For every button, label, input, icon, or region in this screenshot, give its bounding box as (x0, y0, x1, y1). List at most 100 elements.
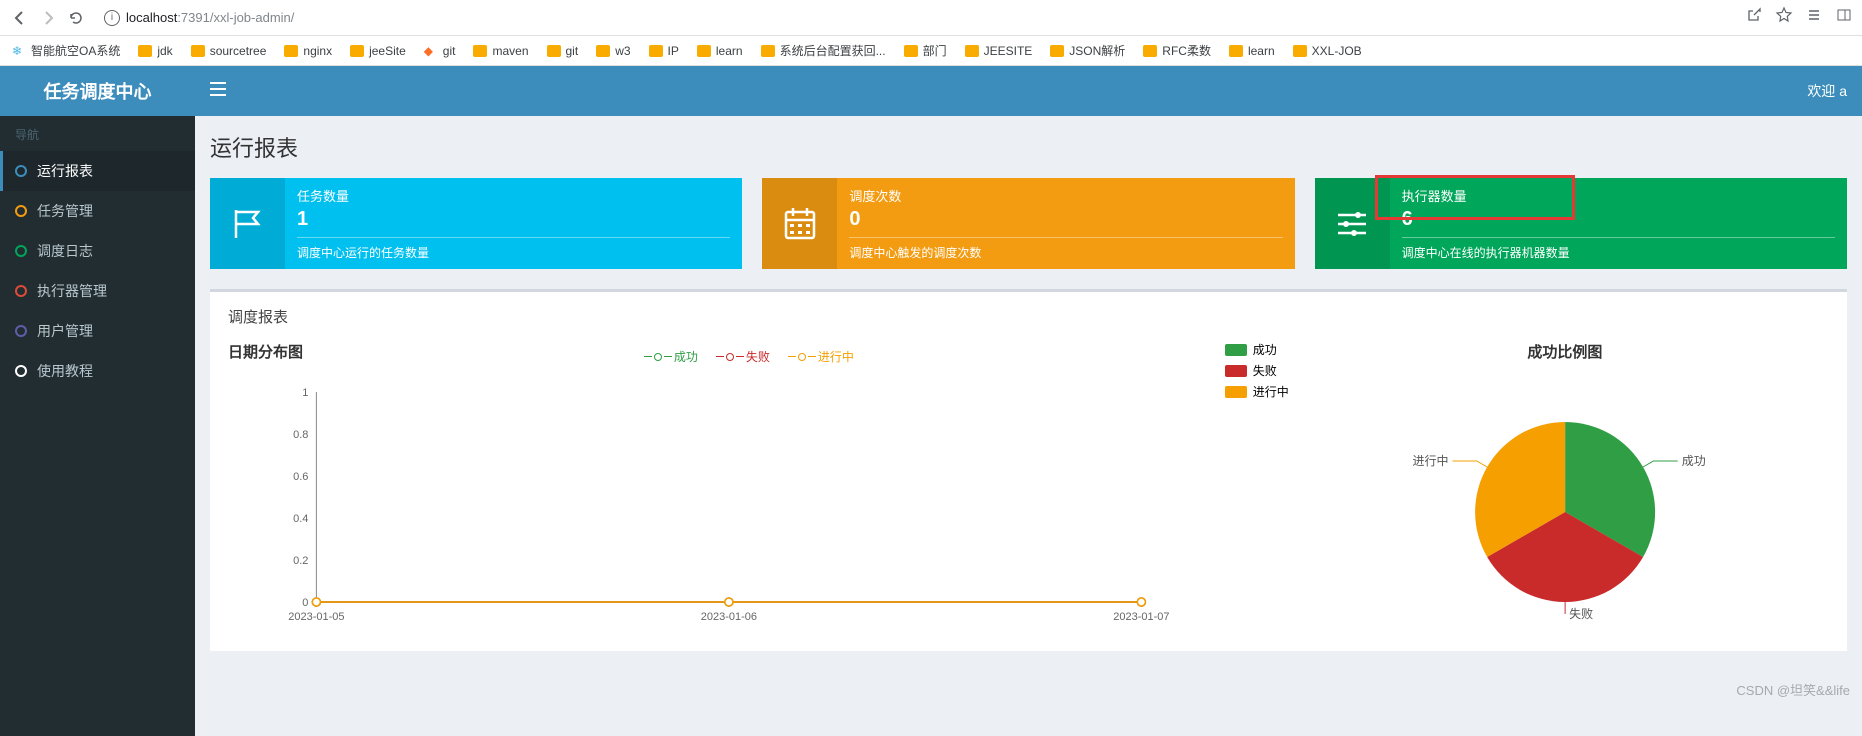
bookmark-label: 系统后台配置获回... (780, 42, 886, 59)
bookmark-bar: ❄ 智能航空OA系统 jdk sourcetree nginx jeeSite ◆git ma… (0, 36, 1862, 66)
logo[interactable]: 任务调度中心 (0, 78, 195, 104)
bookmark-item[interactable]: JSON解析 (1050, 42, 1125, 59)
bookmark-item[interactable]: 部门 (904, 42, 947, 59)
circle-icon (15, 165, 27, 177)
sidebar-item-运行报表[interactable]: 运行报表 (0, 151, 195, 191)
line-chart: 日期分布图 成功 失败 进行中 00.20.40.60.812023-01-05… (228, 341, 1195, 637)
stat-box-calendar: 调度次数 0 调度中心触发的调度次数 (762, 178, 1294, 269)
line-chart-legend: 成功 失败 进行中 (644, 348, 854, 365)
browser-toolbar: i localhost:7391/xxl-job-admin/ (0, 0, 1862, 36)
bookmark-item[interactable]: jeeSite (350, 44, 406, 58)
info-icon: i (104, 10, 120, 26)
app-icon: ❄ (12, 44, 26, 58)
sidebar-item-使用教程[interactable]: 使用教程 (0, 351, 195, 391)
watermark: CSDN @坦笑&&life (1736, 680, 1850, 699)
app-header: 任务调度中心 欢迎 a (0, 66, 1862, 116)
bookmark-item[interactable]: JEESITE (965, 44, 1033, 58)
stat-box-sliders: 执行器数量6调度中心在线的执行器机器数量 (1315, 178, 1847, 269)
stat-desc: 调度中心运行的任务数量 (297, 237, 730, 261)
folder-icon (1293, 45, 1307, 57)
folder-icon (1050, 45, 1064, 57)
star-icon[interactable] (1776, 7, 1792, 28)
bookmark-label: jeeSite (369, 44, 406, 58)
page-title: 运行报表 (210, 131, 1847, 163)
bookmark-item[interactable]: ❄ 智能航空OA系统 (12, 42, 120, 59)
svg-text:0.2: 0.2 (293, 555, 308, 567)
bookmark-label: git (566, 44, 579, 58)
bookmark-item[interactable]: nginx (284, 44, 332, 58)
hamburger-icon[interactable] (195, 82, 241, 101)
sidebar-item-label: 运行报表 (37, 161, 93, 181)
svg-text:0.8: 0.8 (293, 429, 308, 441)
bookmark-label: JSON解析 (1069, 42, 1125, 59)
list-icon[interactable] (1806, 7, 1822, 28)
stat-desc: 调度中心触发的调度次数 (849, 237, 1282, 261)
sidebar-item-label: 用户管理 (37, 321, 93, 341)
svg-text:1: 1 (302, 387, 308, 399)
bookmark-item[interactable]: jdk (138, 44, 172, 58)
panel-icon[interactable] (1836, 7, 1852, 28)
folder-icon (1229, 45, 1243, 57)
bookmark-item[interactable]: 系统后台配置获回... (761, 42, 886, 59)
svg-text:0.6: 0.6 (293, 471, 308, 483)
folder-icon (649, 45, 663, 57)
folder-icon (965, 45, 979, 57)
svg-text:进行中: 进行中 (1412, 453, 1448, 468)
bookmark-label: w3 (615, 44, 630, 58)
url-bar[interactable]: i localhost:7391/xxl-job-admin/ (94, 6, 1738, 30)
flag-icon (210, 178, 285, 269)
url-text: localhost:7391/xxl-job-admin/ (126, 10, 294, 25)
folder-icon (761, 45, 775, 57)
line-chart-title: 日期分布图 (228, 341, 303, 362)
sidebar-item-用户管理[interactable]: 用户管理 (0, 311, 195, 351)
forward-button[interactable] (38, 8, 58, 28)
sliders-icon (1315, 178, 1390, 269)
stat-value: 0 (849, 207, 1282, 231)
sidebar-item-任务管理[interactable]: 任务管理 (0, 191, 195, 231)
circle-icon (15, 325, 27, 337)
bookmark-item[interactable]: maven (473, 44, 528, 58)
svg-text:2023-01-07: 2023-01-07 (1113, 611, 1169, 623)
folder-icon (596, 45, 610, 57)
bookmark-item[interactable]: learn (1229, 44, 1275, 58)
folder-icon (350, 45, 364, 57)
stat-value: 6 (1402, 207, 1835, 231)
folder-icon (697, 45, 711, 57)
bookmark-label: 部门 (923, 42, 947, 59)
folder-icon (547, 45, 561, 57)
bookmark-label: maven (492, 44, 528, 58)
bookmark-item[interactable]: XXL-JOB (1293, 44, 1362, 58)
stat-desc: 调度中心在线的执行器机器数量 (1402, 237, 1835, 261)
bookmark-item[interactable]: git (547, 44, 579, 58)
svg-text:2023-01-06: 2023-01-06 (701, 611, 757, 623)
bookmark-label: learn (716, 44, 743, 58)
svg-text:0.4: 0.4 (293, 513, 308, 525)
stat-label: 调度次数 (849, 186, 1282, 205)
share-icon[interactable] (1746, 7, 1762, 28)
sidebar-item-调度日志[interactable]: 调度日志 (0, 231, 195, 271)
folder-icon (284, 45, 298, 57)
bookmark-item[interactable]: ◆git (424, 44, 456, 58)
folder-icon (191, 45, 205, 57)
bookmark-item[interactable]: sourcetree (191, 44, 267, 58)
svg-text:2023-01-05: 2023-01-05 (288, 611, 344, 623)
chart-panel: 调度报表 日期分布图 成功 失败 进行中 00.20.40.60.812023-… (210, 289, 1847, 651)
sidebar-item-label: 使用教程 (37, 361, 93, 381)
back-button[interactable] (10, 8, 30, 28)
reload-button[interactable] (66, 8, 86, 28)
bookmark-item[interactable]: learn (697, 44, 743, 58)
circle-icon (15, 245, 27, 257)
bookmark-item[interactable]: w3 (596, 44, 630, 58)
folder-icon (904, 45, 918, 57)
bookmark-item[interactable]: RFC柔数 (1143, 42, 1211, 59)
pie-chart-title: 成功比例图 (1301, 341, 1829, 362)
sidebar-item-label: 调度日志 (37, 241, 93, 261)
pie-chart: 成功 失败 进行中 成功比例图 成功失败进行中 (1225, 341, 1829, 637)
stat-box-flag: 任务数量1调度中心运行的任务数量 (210, 178, 742, 269)
bookmark-label: 智能航空OA系统 (31, 42, 120, 59)
stat-label: 任务数量 (297, 186, 730, 205)
bookmark-label: git (443, 44, 456, 58)
bookmark-label: RFC柔数 (1162, 42, 1211, 59)
sidebar-item-执行器管理[interactable]: 执行器管理 (0, 271, 195, 311)
bookmark-item[interactable]: IP (649, 44, 679, 58)
